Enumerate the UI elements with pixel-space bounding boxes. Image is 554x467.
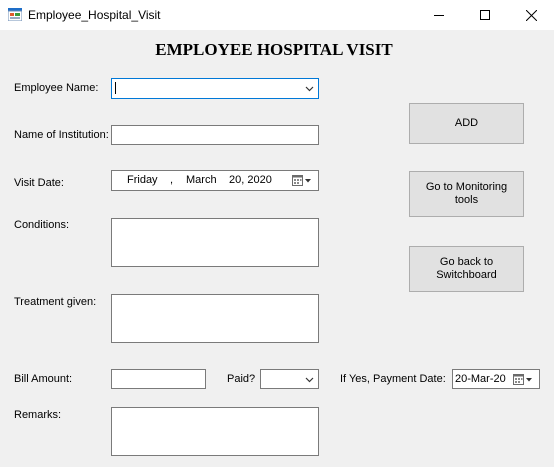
visit-date-label: Visit Date: — [14, 177, 64, 189]
treatment-label: Treatment given: — [14, 296, 97, 308]
conditions-label: Conditions: — [14, 219, 70, 231]
employee-name-combobox[interactable] — [111, 78, 319, 99]
chevron-down-icon[interactable] — [305, 375, 314, 384]
paid-label: Paid? — [227, 373, 256, 385]
go-back-switchboard-button[interactable]: Go back to Switchboard — [409, 246, 524, 292]
conditions-textarea[interactable] — [111, 218, 319, 267]
go-to-monitoring-button[interactable]: Go to Monitoring tools — [409, 171, 524, 217]
bill-amount-input[interactable] — [111, 369, 206, 389]
window-title: Employee_Hospital_Visit — [28, 8, 161, 22]
remarks-label: Remarks: — [14, 409, 62, 421]
maximize-button[interactable] — [462, 0, 508, 30]
calendar-icon[interactable] — [513, 373, 535, 386]
institution-label: Name of Institution: — [14, 129, 109, 141]
paid-combobox[interactable] — [260, 369, 319, 389]
form-window-icon — [7, 8, 23, 22]
visit-date-weekday[interactable]: Friday — [127, 174, 158, 186]
bill-amount-label: Bill Amount: — [14, 373, 73, 385]
employee-name-label: Employee Name: — [14, 82, 99, 94]
treatment-textarea[interactable] — [111, 294, 319, 343]
maximize-icon — [480, 10, 490, 20]
calendar-icon[interactable] — [292, 174, 314, 187]
visit-date-picker[interactable]: Friday , March 20, 2020 — [111, 170, 319, 191]
remarks-textarea[interactable] — [111, 407, 319, 456]
add-button[interactable]: ADD — [409, 103, 524, 144]
payment-date-picker[interactable]: 20-Mar-20 — [452, 369, 540, 389]
title-bar[interactable]: Employee_Hospital_Visit — [0, 0, 554, 30]
payment-date-value[interactable]: 20-Mar-20 — [455, 373, 506, 385]
payment-date-label: If Yes, Payment Date: — [340, 373, 446, 385]
visit-date-day-year[interactable]: 20, 2020 — [229, 174, 272, 186]
chevron-down-icon[interactable] — [305, 84, 314, 93]
institution-input[interactable] — [111, 125, 319, 145]
text-caret — [115, 82, 116, 94]
visit-date-month[interactable]: March — [186, 174, 217, 186]
minimize-button[interactable] — [416, 0, 462, 30]
minimize-icon — [434, 15, 444, 16]
close-button[interactable] — [508, 0, 554, 30]
close-icon — [525, 9, 537, 21]
page-title: EMPLOYEE HOSPITAL VISIT — [155, 40, 393, 59]
visit-date-separator: , — [170, 174, 174, 186]
